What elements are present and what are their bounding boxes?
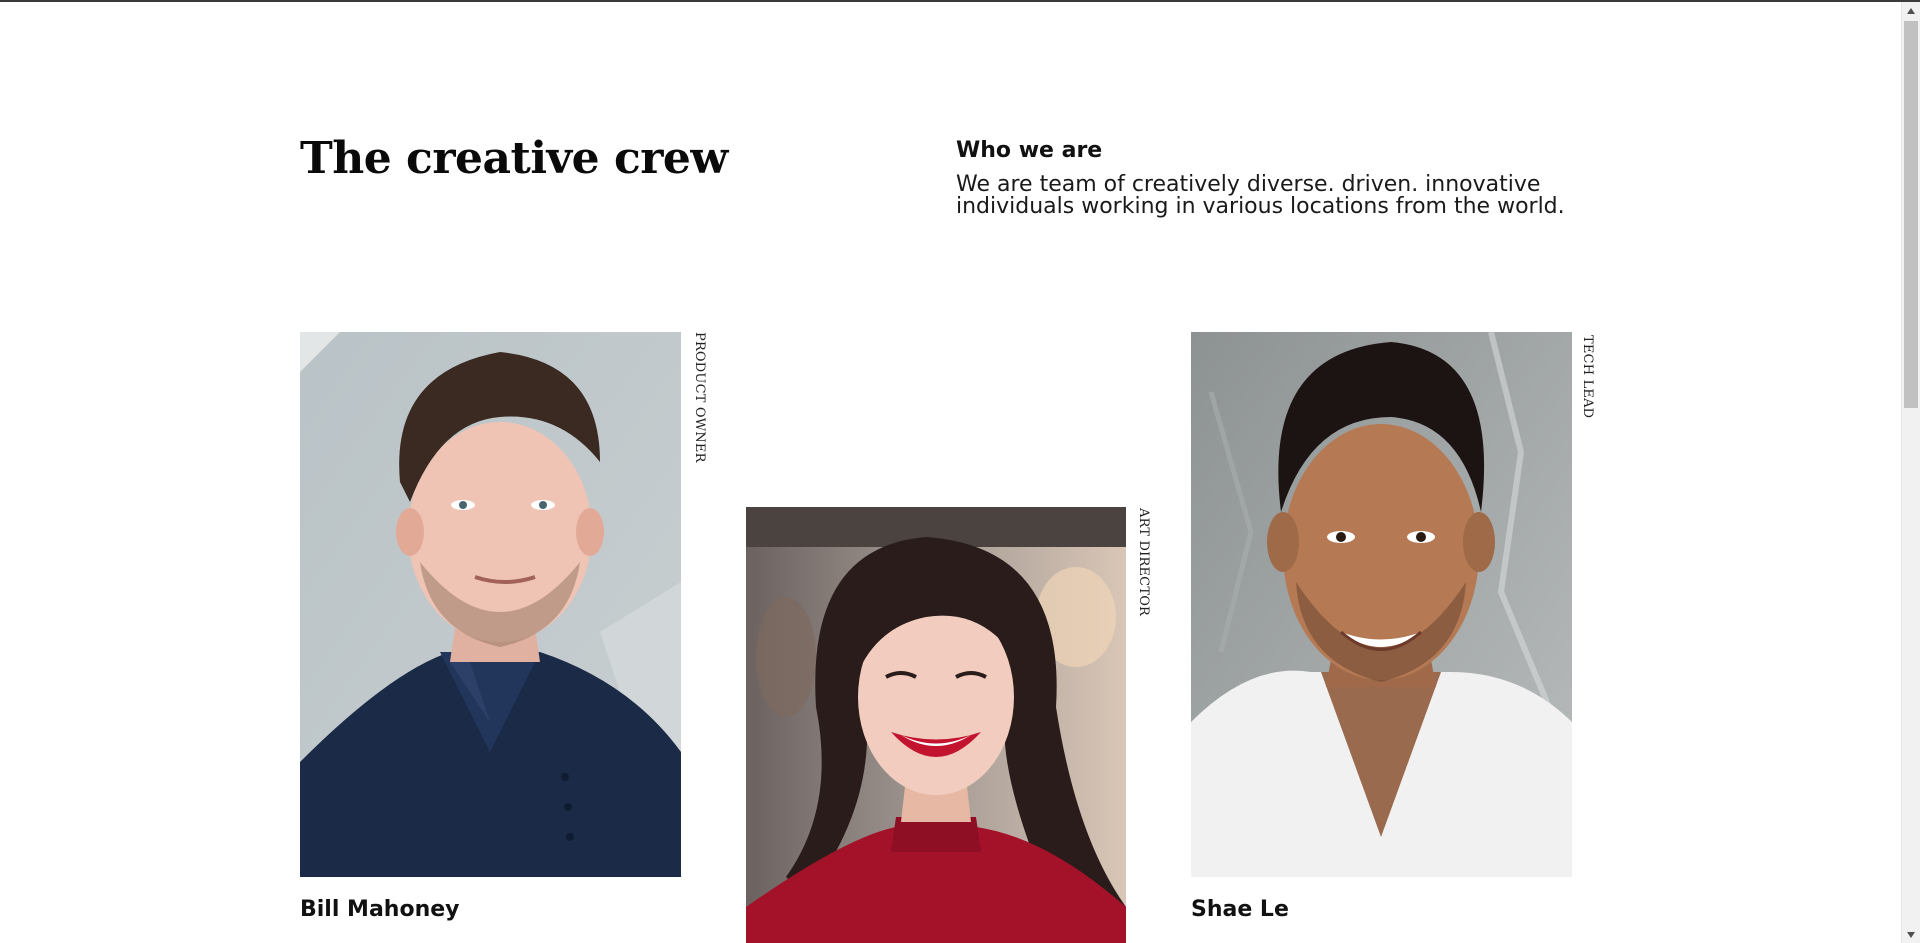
scroll-down-arrow-icon[interactable] bbox=[1902, 926, 1920, 943]
team-photo-bill-mahoney bbox=[300, 332, 681, 877]
scrollbar-thumb[interactable] bbox=[1904, 21, 1918, 408]
page-title: The creative crew bbox=[300, 133, 728, 184]
role-label: PRODUCT OWNER bbox=[692, 332, 707, 463]
about-heading: Who we are bbox=[956, 138, 1103, 163]
member-name: Shae Le bbox=[1191, 897, 1289, 922]
scroll-up-arrow-icon[interactable] bbox=[1902, 2, 1920, 19]
role-label: ART DIRECTOR bbox=[1136, 508, 1151, 617]
team-photo-shae-le bbox=[1191, 332, 1572, 877]
team-photo-art-director bbox=[746, 507, 1126, 943]
vertical-scrollbar[interactable] bbox=[1901, 2, 1920, 943]
about-description: We are team of creatively diverse. drive… bbox=[956, 172, 1565, 219]
member-name: Bill Mahoney bbox=[300, 897, 460, 922]
role-label: TECH LEAD bbox=[1580, 335, 1595, 419]
window-top-border bbox=[0, 0, 1920, 2]
